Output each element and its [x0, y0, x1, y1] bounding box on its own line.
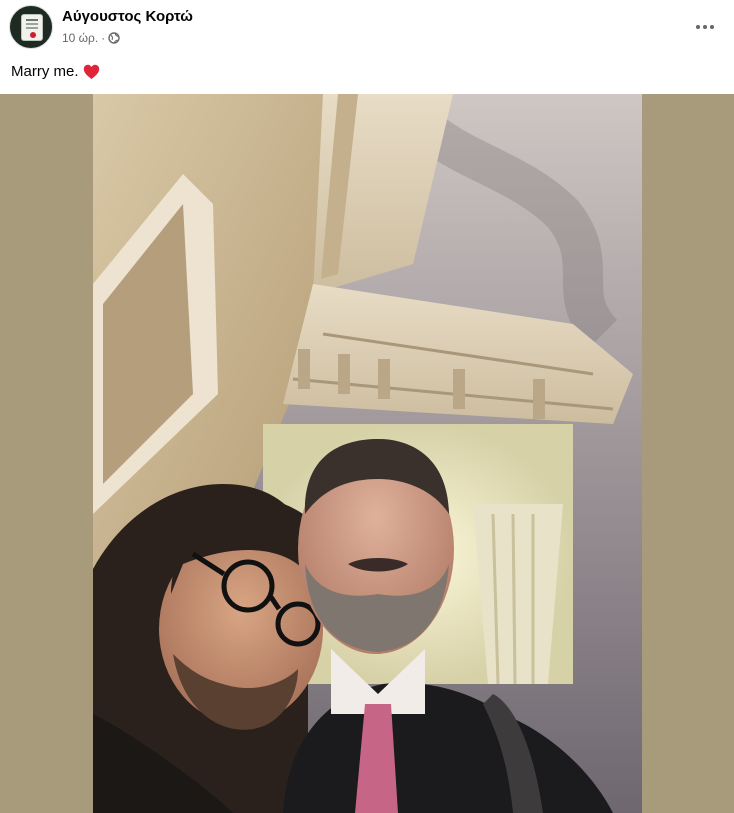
globe-icon[interactable]: [108, 32, 120, 44]
post-meta: 10 ώρ. ·: [62, 31, 120, 45]
post-caption: Marry me.: [11, 63, 100, 80]
more-options-button[interactable]: [690, 12, 720, 42]
author-avatar[interactable]: [9, 5, 53, 49]
post-photo[interactable]: [93, 94, 642, 813]
post-media: [0, 94, 734, 813]
caption-text: Marry me.: [11, 63, 79, 80]
avatar-red-dot: [30, 32, 36, 38]
post-time[interactable]: 10 ώρ.: [62, 31, 98, 45]
photo-selfie-at-temple: [93, 94, 642, 813]
author-name[interactable]: Αύγουστος Κορτώ: [62, 8, 193, 25]
heart-icon: [83, 64, 100, 80]
post-header: Αύγουστος Κορτώ 10 ώρ. ·: [0, 0, 734, 56]
more-options-icon: [696, 25, 714, 29]
meta-separator: ·: [101, 31, 106, 45]
